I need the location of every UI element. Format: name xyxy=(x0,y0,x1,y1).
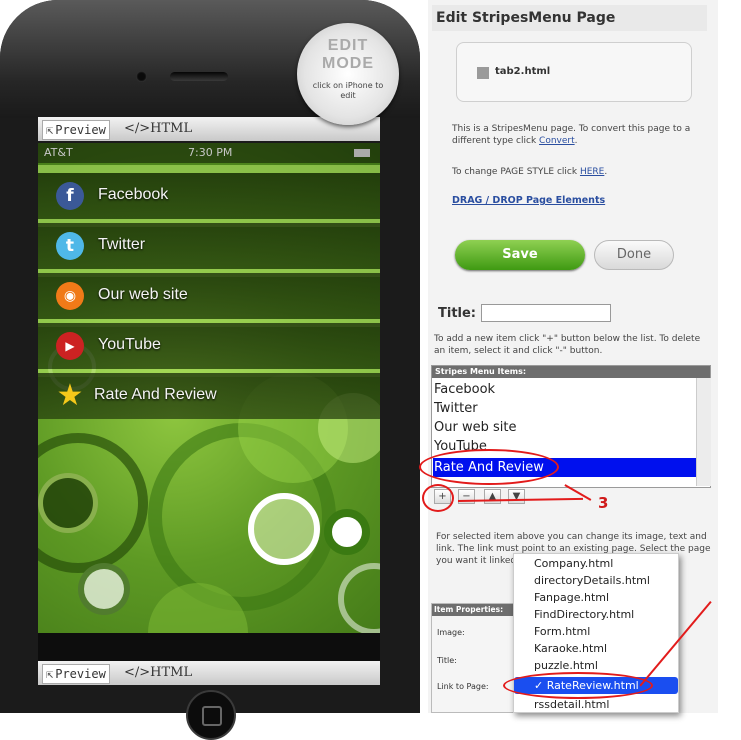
youtube-icon: ▶ xyxy=(56,332,84,360)
menu-item-label: YouTube xyxy=(98,336,161,353)
menu-item-youtube[interactable]: ▶ YouTube xyxy=(38,323,380,369)
dropdown-option[interactable]: Fanpage.html xyxy=(534,591,609,604)
preview-button[interactable]: ⇱ Preview xyxy=(42,664,110,684)
title-prop-label: Title: xyxy=(437,656,457,665)
list-item[interactable]: Twitter xyxy=(433,399,696,418)
highlight-circle xyxy=(422,484,454,512)
remove-item-button[interactable]: − xyxy=(458,489,475,504)
phone-screen[interactable]: AT&T 7:30 PM f Facebook t Twitter ◉ Our … xyxy=(38,143,380,633)
rss-icon: ◉ xyxy=(56,282,84,310)
dropdown-option[interactable]: puzzle.html xyxy=(534,659,598,672)
dropdown-option[interactable]: Karaoke.html xyxy=(534,642,607,655)
move-down-button[interactable]: ▼ xyxy=(508,489,525,504)
highlight-circle xyxy=(419,449,559,485)
preview-button[interactable]: ⇱ Preview xyxy=(42,120,110,140)
menu-item-label: Rate And Review xyxy=(94,386,217,403)
html-button[interactable]: </>HTML xyxy=(124,665,192,680)
bubble-decoration xyxy=(248,493,320,565)
menu-item-label: Our web site xyxy=(98,286,188,303)
move-up-button[interactable]: ▲ xyxy=(484,489,501,504)
add-delete-help: To add a new item click "+" button below… xyxy=(434,334,701,356)
status-bar: AT&T 7:30 PM xyxy=(38,143,380,163)
menu-item-rate-review[interactable]: ★ Rate And Review xyxy=(38,373,380,419)
annotation-number: 3 xyxy=(598,494,609,512)
home-button[interactable] xyxy=(186,690,236,740)
title-input[interactable] xyxy=(481,304,611,322)
link-to-page-label: Link to Page: xyxy=(437,682,489,691)
editor-title: Edit StripesMenu Page xyxy=(432,5,707,31)
list-item[interactable]: Our web site xyxy=(433,418,696,437)
page-style-link[interactable]: HERE xyxy=(580,167,604,177)
menu-item-website[interactable]: ◉ Our web site xyxy=(38,273,380,319)
convert-link[interactable]: Convert xyxy=(539,136,575,146)
bubble-decoration xyxy=(324,509,370,555)
star-icon: ★ xyxy=(56,378,84,413)
preview-label: Preview xyxy=(55,667,106,681)
page-file-box: tab2.html xyxy=(456,42,692,102)
menu-item-label: Facebook xyxy=(98,186,169,203)
image-label: Image: xyxy=(437,628,465,637)
badge-line: EDIT xyxy=(327,37,369,54)
camera-icon xyxy=(136,71,147,82)
page-style-text: To change PAGE STYLE click HERE. xyxy=(452,167,608,177)
cursor-icon: ⇱ xyxy=(46,667,54,681)
dropdown-option[interactable]: directoryDetails.html xyxy=(534,574,650,587)
edit-mode-badge: EDIT MODE click on iPhone to edit xyxy=(297,23,399,125)
stripe xyxy=(38,165,380,173)
list-item[interactable]: Facebook xyxy=(433,380,696,399)
list-scrollbar[interactable] xyxy=(696,378,711,486)
cursor-icon: ⇱ xyxy=(46,123,54,137)
badge-line: MODE xyxy=(322,55,374,72)
twitter-icon: t xyxy=(56,232,84,260)
menu-item-facebook[interactable]: f Facebook xyxy=(38,173,380,219)
preview-label: Preview xyxy=(55,123,106,137)
home-square-icon xyxy=(202,706,222,726)
speaker-grille xyxy=(170,72,228,81)
dropdown-option[interactable]: Form.html xyxy=(534,625,590,638)
done-button[interactable]: Done xyxy=(594,240,674,270)
menu-item-twitter[interactable]: t Twitter xyxy=(38,223,380,269)
menu-item-label: Twitter xyxy=(98,236,146,253)
dropdown-option[interactable]: FindDirectory.html xyxy=(534,608,634,621)
html-button[interactable]: </>HTML xyxy=(124,121,192,136)
facebook-icon: f xyxy=(56,182,84,210)
battery-icon xyxy=(354,149,370,157)
highlight-circle xyxy=(503,672,653,699)
bubble-decoration xyxy=(38,473,98,533)
file-icon xyxy=(477,67,489,79)
drag-drop-link[interactable]: DRAG / DROP Page Elements xyxy=(452,195,605,206)
badge-hint: click on iPhone to edit xyxy=(312,81,384,100)
bubble-decoration xyxy=(338,563,380,633)
dropdown-option[interactable]: Company.html xyxy=(534,557,613,570)
page-file-name: tab2.html xyxy=(495,66,551,77)
dropdown-option[interactable]: rssdetail.html xyxy=(534,698,609,711)
bubble-decoration xyxy=(78,563,130,615)
preview-toolbar-bottom: ⇱ Preview </>HTML xyxy=(38,661,380,685)
title-label: Title: xyxy=(438,306,477,321)
save-button[interactable]: Save xyxy=(455,240,585,270)
page-type-text: This is a StripesMenu page. To convert t… xyxy=(452,124,691,146)
carrier-label: AT&T xyxy=(44,146,73,159)
list-header: Stripes Menu Items: xyxy=(432,366,710,378)
screen-bottom-bar xyxy=(38,633,380,661)
clock-label: 7:30 PM xyxy=(188,146,233,159)
page-style-desc: To change PAGE STYLE click xyxy=(452,167,578,177)
